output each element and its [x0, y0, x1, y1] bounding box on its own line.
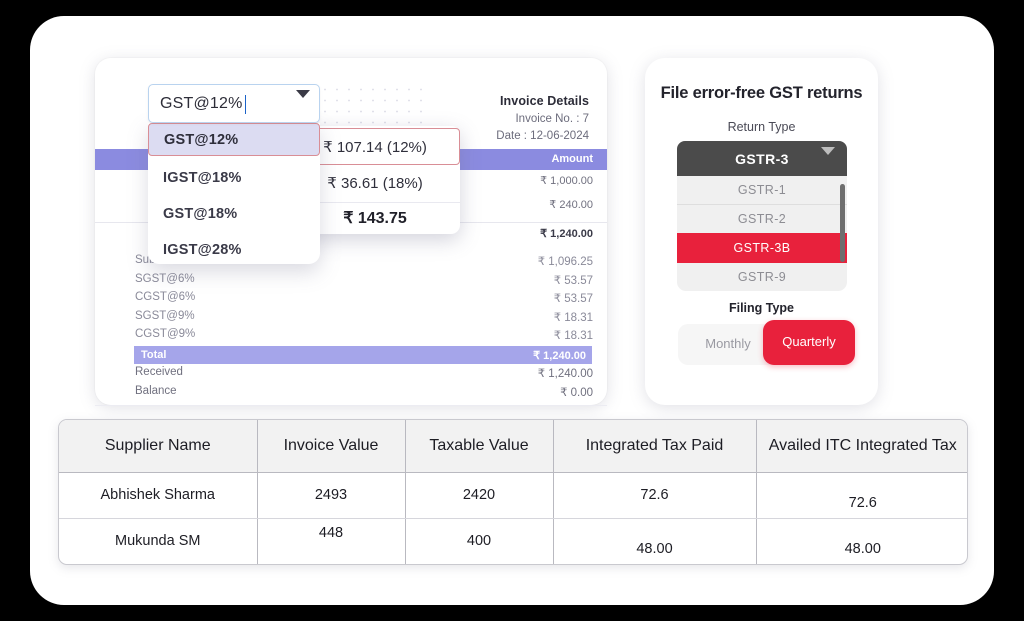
totals-row-sgst-6: SGST@6% ₹ 53.57	[95, 273, 607, 292]
cell-supplier-name: Mukunda SM	[59, 518, 258, 564]
return-type-option-selected[interactable]: GSTR-3B	[677, 233, 847, 263]
totals-value: ₹ 18.31	[553, 312, 593, 324]
return-type-option[interactable]: GSTR-1	[677, 176, 847, 205]
filing-type-label: Filing Type	[728, 301, 795, 315]
text-cursor	[245, 95, 247, 114]
totals-label: SGST@6%	[135, 273, 195, 285]
totals-row-cgst-6: CGST@6% ₹ 53.57	[95, 291, 607, 310]
grand-total-label: Total	[141, 349, 167, 361]
cell-integrated-tax-paid: 72.6	[553, 472, 757, 519]
table-row: Mukunda SM 448 400 48.00 48.00	[59, 518, 967, 564]
return-type-select[interactable]: GSTR-3	[677, 141, 847, 176]
cell-supplier-name: Abhishek Sharma	[59, 472, 258, 519]
cell-taxable-value: 2420	[405, 472, 554, 519]
totals-row-grand-total: Total ₹ 1,240.00	[134, 346, 592, 364]
cell-availed-itc-integrated-tax: 72.6	[756, 472, 967, 519]
return-type-option-label: GSTR-3B	[733, 241, 791, 255]
column-header-invoice-value: Invoice Value	[257, 420, 406, 473]
cell-invoice-value: 2493	[257, 472, 406, 519]
device-frame: Invoice Details Invoice No. : 7 Date : 1…	[0, 0, 1024, 621]
totals-row-received: Received ₹ 1,240.00	[95, 366, 607, 385]
return-type-option-label: GSTR-2	[737, 212, 787, 226]
supplier-data-table: Supplier Name Invoice Value Taxable Valu…	[58, 419, 968, 565]
invoice-number: Invoice No. : 7	[515, 113, 589, 125]
chevron-down-icon[interactable]	[296, 90, 310, 115]
return-type-label: Return Type	[727, 120, 796, 134]
totals-row-cgst-9: CGST@9% ₹ 18.31	[95, 328, 607, 347]
gst-rate-option[interactable]: GST@18%	[148, 196, 320, 232]
totals-value: ₹ 1,096.25	[537, 256, 593, 268]
totals-label: CGST@6%	[135, 291, 196, 303]
gst-rate-option-label: GST@12%	[164, 132, 239, 148]
totals-label: SGST@9%	[135, 310, 195, 322]
gst-rate-option-label: IGST@28%	[163, 242, 242, 258]
gst-rate-select-input[interactable]: GST@12%	[148, 84, 320, 123]
filing-type-quarterly-button[interactable]: Quarterly	[763, 320, 855, 365]
items-total-amount: ₹ 1,240.00	[540, 228, 593, 240]
column-header-integrated-tax-paid: Integrated Tax Paid	[553, 420, 757, 473]
totals-value: ₹ 0.00	[560, 387, 593, 399]
gst-rate-dropdown-list[interactable]: GST@12% IGST@18% GST@18% IGST@28%	[148, 123, 320, 264]
totals-value: ₹ 1,240.00	[537, 368, 593, 380]
gst-rate-option-label: IGST@18%	[163, 170, 242, 186]
returns-card-title: File error-free GST returns	[660, 84, 863, 102]
cell-taxable-value: 400	[405, 518, 554, 564]
totals-value: ₹ 18.31	[553, 330, 593, 342]
cell-integrated-tax-paid: 48.00	[553, 518, 757, 564]
invoice-details-block: Invoice Details Invoice No. : 7 Date : 1…	[496, 94, 589, 142]
filing-type-quarterly-label: Quarterly	[782, 334, 836, 349]
totals-row-sgst-9: SGST@9% ₹ 18.31	[95, 310, 607, 329]
table-row: Abhishek Sharma 2493 2420 72.6 72.6	[59, 472, 967, 519]
return-type-option[interactable]: GSTR-2	[677, 205, 847, 234]
gst-rate-option-label: GST@18%	[163, 206, 238, 222]
totals-row-balance: Balance ₹ 0.00	[95, 385, 607, 406]
gst-returns-card: File error-free GST returns Return Type …	[645, 58, 878, 405]
gst-rate-selected-value: GST@12%	[160, 95, 243, 112]
totals-value: ₹ 53.57	[553, 275, 593, 287]
return-type-option-label: GSTR-1	[737, 183, 787, 197]
table-header-row: Supplier Name Invoice Value Taxable Valu…	[59, 420, 967, 473]
column-header-amount: Amount	[551, 153, 593, 165]
column-header-availed-itc-integrated-tax: Availed ITC Integrated Tax	[756, 420, 967, 473]
column-header-taxable-value: Taxable Value	[405, 420, 554, 473]
gst-rate-option[interactable]: IGST@28%	[148, 232, 320, 268]
return-type-option[interactable]: GSTR-9	[677, 263, 847, 291]
totals-label: Balance	[135, 385, 177, 397]
invoice-details-heading: Invoice Details	[499, 94, 589, 108]
app-canvas: Invoice Details Invoice No. : 7 Date : 1…	[30, 16, 994, 605]
gst-rate-option[interactable]: IGST@18%	[148, 160, 320, 196]
gst-rate-option-selected[interactable]: GST@12%	[148, 123, 320, 156]
totals-value: ₹ 53.57	[553, 293, 593, 305]
cell-invoice-value: 448	[257, 518, 406, 564]
column-header-supplier-name: Supplier Name	[59, 420, 258, 473]
grand-total-value: ₹ 1,240.00	[533, 350, 586, 362]
totals-label: Received	[135, 366, 183, 378]
invoice-date: Date : 12-06-2024	[496, 130, 589, 142]
decorative-dot-grid	[319, 84, 429, 126]
totals-label: CGST@9%	[135, 328, 196, 340]
cell-availed-itc-integrated-tax: 48.00	[844, 541, 881, 557]
item-amount: ₹ 1,000.00	[540, 175, 593, 187]
return-type-dropdown-list[interactable]: GSTR-1 GSTR-2 GSTR-3B GSTR-9	[677, 176, 847, 291]
item-amount: ₹ 240.00	[549, 199, 593, 211]
dropdown-scrollbar[interactable]	[840, 184, 845, 262]
chevron-down-icon[interactable]	[821, 147, 835, 173]
return-type-option-label: GSTR-9	[737, 270, 787, 284]
